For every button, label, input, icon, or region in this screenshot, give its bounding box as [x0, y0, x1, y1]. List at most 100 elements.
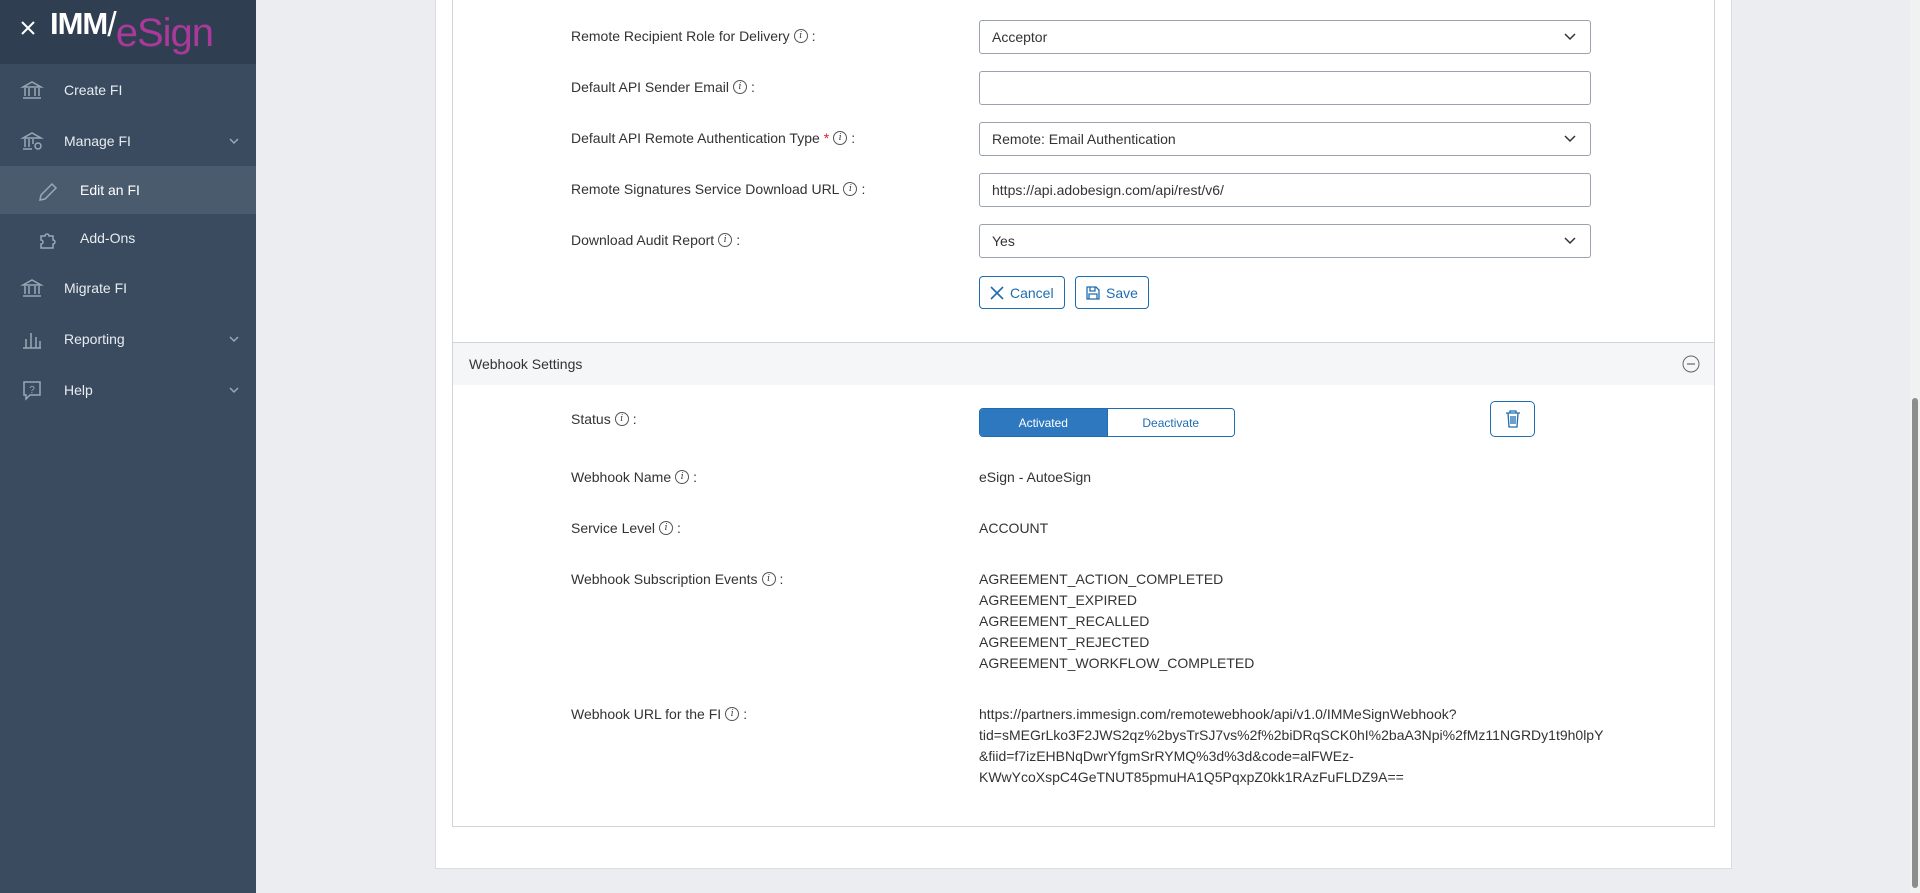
status-label: Status i: — [571, 411, 637, 427]
bank-icon — [20, 81, 44, 99]
url-line: KWwYcoXspC4GeTNUT85pmuHA1Q5PqxpZ0kk1RAzF… — [979, 769, 1404, 785]
sidebar-item-label: Edit an FI — [80, 182, 140, 198]
info-icon[interactable]: i — [718, 233, 733, 247]
chevron-down-icon — [229, 335, 239, 342]
subscription-events-list: AGREEMENT_ACTION_COMPLETED AGREEMENT_EXP… — [979, 569, 1254, 674]
event-item: AGREEMENT_ACTION_COMPLETED — [979, 571, 1224, 587]
download-url-field[interactable]: https://api.adobesign.com/api/rest/v6/ — [979, 173, 1591, 207]
event-item: AGREEMENT_REJECTED — [979, 634, 1150, 650]
trash-icon — [1505, 410, 1520, 428]
info-icon[interactable]: i — [833, 131, 848, 145]
info-icon[interactable]: i — [659, 521, 674, 535]
sidebar-item-help[interactable]: ? Help — [0, 364, 256, 415]
url-line: https://partners.immesign.com/remotewebh… — [979, 706, 1457, 722]
event-item: AGREEMENT_RECALLED — [979, 613, 1150, 629]
pencil-icon — [39, 182, 58, 201]
label-text: Webhook Name — [571, 469, 672, 485]
label-text: Remote Recipient Role for Delivery — [571, 28, 790, 44]
deactivate-button[interactable]: Deactivate — [1106, 409, 1234, 436]
label-text: Webhook Subscription Events — [571, 571, 758, 587]
url-line: &fiid=f7izEHBNqDwrYfgmSrRYMQ%3d%3d&code=… — [979, 748, 1354, 764]
input-value: https://api.adobesign.com/api/rest/v6/ — [992, 182, 1224, 198]
info-icon[interactable]: i — [793, 29, 808, 43]
info-icon[interactable]: i — [725, 707, 740, 721]
label-text: Status — [571, 411, 611, 427]
cancel-button[interactable]: Cancel — [979, 276, 1065, 309]
sidebar-item-reporting[interactable]: Reporting — [0, 313, 256, 364]
logo-slash: / — [107, 6, 117, 44]
brand-bar: IMM/eSign — [0, 0, 256, 64]
sidebar-item-label: Manage FI — [64, 132, 131, 149]
info-icon[interactable]: i — [675, 470, 690, 484]
label-text: Service Level — [571, 520, 656, 536]
label-text: Download Audit Report — [571, 232, 715, 248]
save-label: Save — [1106, 284, 1138, 301]
auth-type-select[interactable]: Remote: Email Authentication — [979, 122, 1591, 156]
webhook-settings-header[interactable]: Webhook Settings — [452, 342, 1715, 386]
info-icon[interactable]: i — [732, 80, 747, 94]
collapse-circle-minus-icon[interactable] — [1682, 355, 1700, 373]
webhook-name-label: Webhook Name i: — [571, 469, 698, 485]
sidebar-nav: Create FI Manage FI Edit an FI Add-Ons M… — [0, 64, 256, 415]
status-toggle: Activated Deactivate — [979, 408, 1235, 437]
close-icon — [990, 285, 1004, 300]
sidebar: IMM/eSign Create FI Manage FI Edit an FI… — [0, 0, 256, 893]
webhook-url-value: https://partners.immesign.com/remotewebh… — [979, 704, 1603, 788]
sidebar-item-label: Create FI — [64, 81, 123, 98]
section-title: Webhook Settings — [469, 356, 583, 372]
sidebar-item-edit-fi[interactable]: Edit an FI — [0, 166, 256, 214]
sidebar-item-manage-fi[interactable]: Manage FI — [0, 115, 256, 166]
label-text: Remote Signatures Service Download URL — [571, 181, 840, 197]
select-value: Yes — [992, 233, 1015, 249]
close-icon[interactable] — [20, 20, 36, 36]
floppy-disk-icon — [1086, 285, 1100, 300]
bank-icon — [20, 279, 44, 297]
service-level-value: ACCOUNT — [979, 520, 1049, 536]
chevron-down-icon — [1564, 237, 1576, 245]
sidebar-item-create-fi[interactable]: Create FI — [0, 64, 256, 115]
event-item: AGREEMENT_EXPIRED — [979, 592, 1137, 608]
svg-text:?: ? — [29, 385, 35, 396]
bank-settings-icon — [20, 132, 44, 150]
webhook-name-value: eSign - AutoeSign — [979, 469, 1092, 485]
help-icon: ? — [23, 381, 41, 401]
save-button[interactable]: Save — [1075, 276, 1149, 309]
chevron-down-icon — [1564, 135, 1576, 143]
sender-email-field[interactable] — [979, 71, 1591, 105]
vertical-scrollbar[interactable] — [1910, 0, 1920, 893]
recipient-role-select[interactable]: Acceptor — [979, 20, 1591, 54]
delete-webhook-button[interactable] — [1490, 401, 1535, 437]
sidebar-item-label: Help — [64, 381, 93, 398]
webhook-url-label: Webhook URL for the FI i: — [571, 706, 748, 722]
sidebar-item-migrate-fi[interactable]: Migrate FI — [0, 262, 256, 313]
event-item: AGREEMENT_WORKFLOW_COMPLETED — [979, 655, 1255, 671]
label-text: Default API Remote Authentication Type — [571, 130, 820, 146]
info-icon[interactable]: i — [761, 572, 776, 586]
sidebar-item-label: Add-Ons — [80, 230, 136, 246]
sidebar-item-label: Migrate FI — [64, 279, 128, 296]
audit-report-select[interactable]: Yes — [979, 224, 1591, 258]
info-icon[interactable]: i — [843, 182, 858, 196]
label-text: Webhook URL for the FI — [571, 706, 722, 722]
logo-esign: eSign — [115, 11, 214, 55]
chevron-down-icon — [229, 386, 239, 393]
url-line: tid=sMEGrLko3F2JWS2qz%2bysTrSJ7vs%2f%2bi… — [979, 727, 1604, 743]
select-value: Remote: Email Authentication — [992, 131, 1176, 147]
required-asterisk: * — [823, 130, 830, 146]
scrollbar-thumb[interactable] — [1912, 398, 1918, 888]
subscription-events-label: Webhook Subscription Events i: — [571, 571, 784, 587]
sidebar-item-add-ons[interactable]: Add-Ons — [0, 214, 256, 262]
cancel-label: Cancel — [1010, 284, 1054, 301]
info-icon[interactable]: i — [614, 412, 629, 426]
puzzle-icon — [40, 233, 56, 249]
activated-button[interactable]: Activated — [980, 409, 1107, 436]
logo: IMM/eSign — [50, 6, 214, 56]
auth-type-label: Default API Remote Authentication Type * i… — [571, 130, 856, 146]
label-text: Default API Sender Email — [571, 79, 729, 95]
select-value: Acceptor — [992, 29, 1048, 45]
logo-imm: IMM — [50, 6, 108, 41]
bar-chart-icon — [23, 333, 41, 349]
service-level-label: Service Level i: — [571, 520, 681, 536]
download-url-label: Remote Signatures Service Download URL i: — [571, 181, 866, 197]
sender-email-label: Default API Sender Email i: — [571, 79, 755, 95]
